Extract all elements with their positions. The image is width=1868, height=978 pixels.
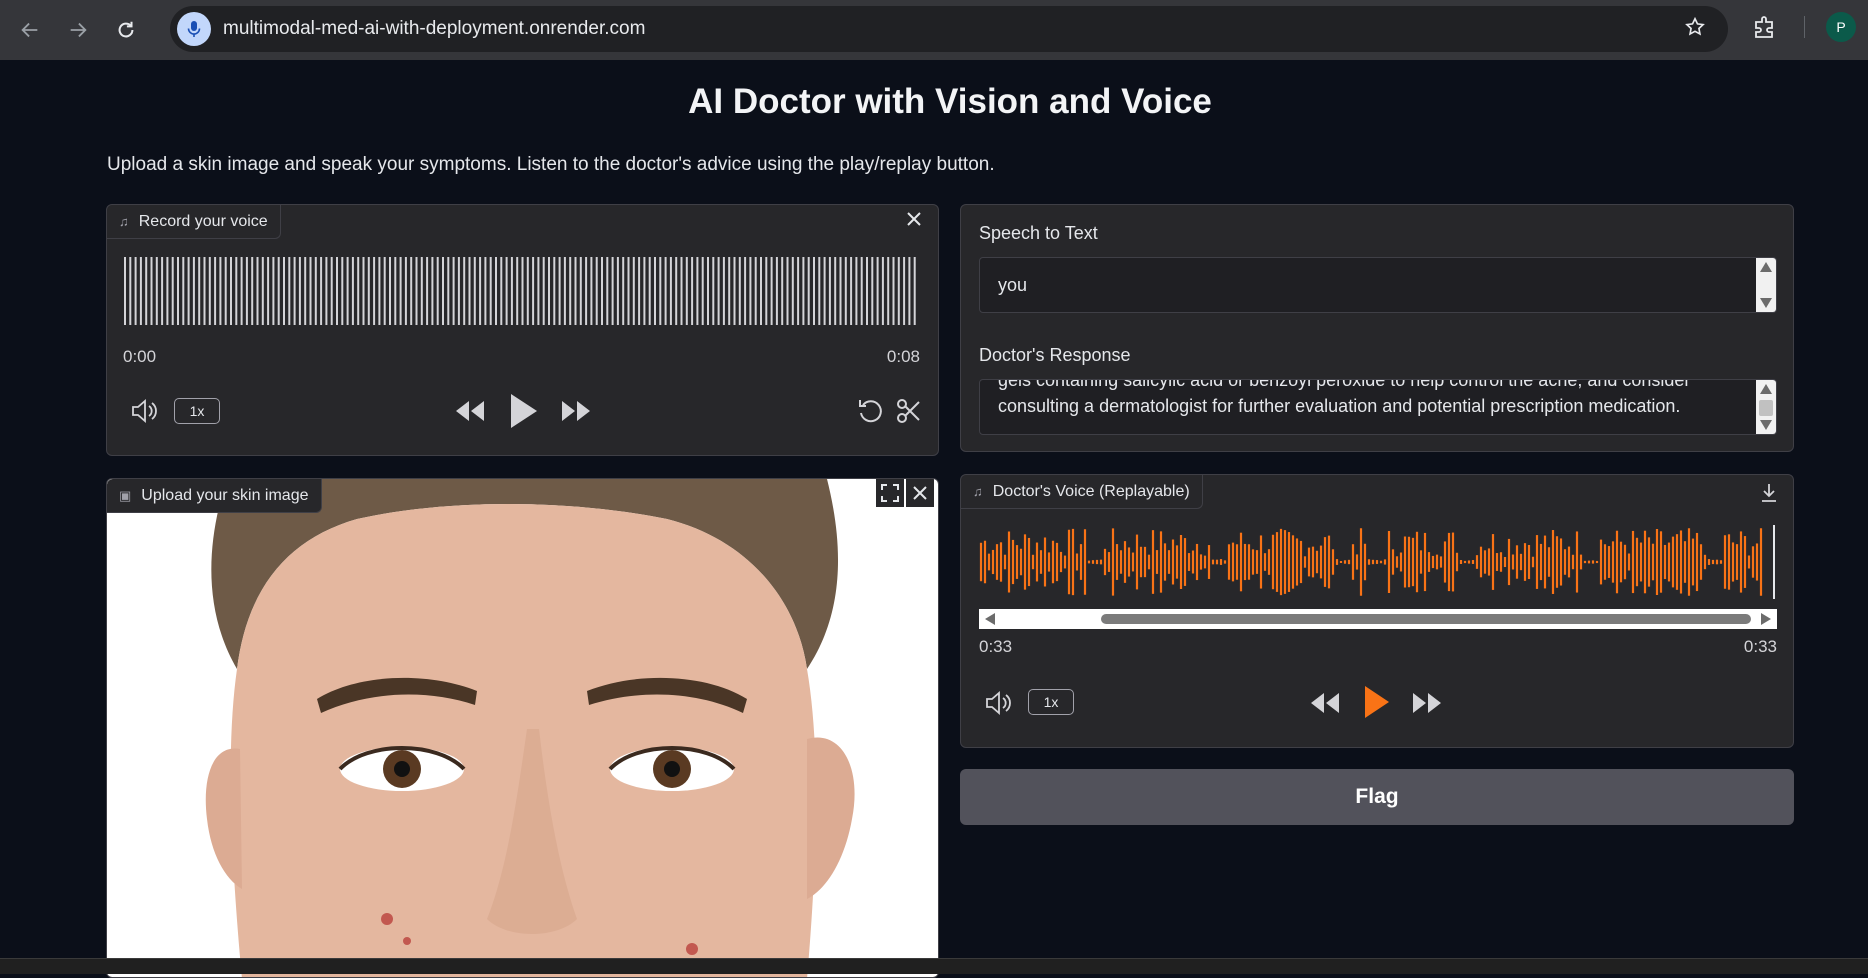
voice-time-current: 0:33: [979, 637, 1013, 656]
doctors-response-line2: consulting a dermatologist for further e…: [998, 396, 1681, 416]
rewind-icon[interactable]: [453, 396, 487, 426]
page-title: AI Doctor with Vision and Voice: [688, 82, 1212, 121]
record-voice-label: ♫ Record your voice: [107, 205, 281, 239]
profile-avatar[interactable]: P: [1826, 12, 1856, 42]
scroll-right-icon[interactable]: [1761, 613, 1771, 625]
os-taskbar: [0, 958, 1868, 974]
speech-scrollbar[interactable]: [1756, 258, 1776, 312]
record-voice-panel: ♫ Record your voice 0:00 0:08 1x: [106, 204, 939, 456]
undo-icon[interactable]: [855, 395, 887, 427]
volume-icon[interactable]: [983, 687, 1015, 719]
scroll-down-icon[interactable]: [1760, 298, 1772, 308]
speech-to-text-label: Speech to Text: [979, 223, 1098, 243]
url-text: multimodal-med-ai-with-deployment.onrend…: [223, 18, 646, 39]
back-arrow-icon[interactable]: [12, 12, 48, 48]
record-time-start: 0:00: [123, 347, 157, 366]
close-image-icon[interactable]: [906, 479, 934, 507]
play-icon[interactable]: [504, 389, 544, 433]
scroll-down-icon[interactable]: [1760, 420, 1772, 430]
bookmark-star-icon[interactable]: [1684, 16, 1706, 44]
close-icon[interactable]: [900, 205, 928, 233]
fast-forward-icon[interactable]: [1410, 689, 1444, 717]
scroll-thumb[interactable]: [1759, 400, 1773, 416]
fast-forward-icon[interactable]: [559, 396, 593, 426]
doctors-voice-label: ♫ Doctor's Voice (Replayable): [961, 475, 1203, 509]
speech-to-text-value: you: [998, 275, 1028, 295]
download-icon[interactable]: [1755, 479, 1783, 507]
flag-button[interactable]: Flag: [960, 769, 1794, 825]
scissors-icon[interactable]: [893, 395, 925, 427]
fullscreen-icon[interactable]: [876, 479, 904, 507]
toolbar-divider: [1804, 16, 1805, 38]
doctors-voice-panel: ♫ Doctor's Voice (Replayable) 0:33 0:33 …: [960, 474, 1794, 748]
doctors-response-field[interactable]: gels containing salicylic acid or benzoy…: [979, 379, 1777, 435]
speech-to-text-field[interactable]: you: [979, 257, 1777, 313]
image-icon: ▣: [119, 487, 132, 503]
forward-arrow-icon[interactable]: [60, 12, 96, 48]
doctors-voice-waveform[interactable]: [979, 525, 1777, 599]
microphone-icon[interactable]: [177, 12, 211, 46]
scroll-up-icon[interactable]: [1760, 262, 1772, 272]
playback-rate-button[interactable]: 1x: [1028, 689, 1074, 715]
voice-time-total: 0:33: [1743, 637, 1777, 656]
recording-waveform[interactable]: [123, 255, 919, 327]
rewind-icon[interactable]: [1308, 689, 1342, 717]
play-icon[interactable]: [1359, 681, 1395, 723]
response-scrollbar[interactable]: [1756, 380, 1776, 434]
scroll-left-icon[interactable]: [985, 613, 995, 625]
page-description: Upload a skin image and speak your sympt…: [107, 154, 995, 175]
waveform-scrollbar[interactable]: [979, 609, 1777, 629]
address-bar[interactable]: multimodal-med-ai-with-deployment.onrend…: [170, 6, 1728, 52]
extensions-icon[interactable]: [1752, 14, 1778, 40]
record-time-end: 0:08: [886, 347, 920, 366]
music-note-icon: ♫: [973, 484, 983, 499]
scroll-up-icon[interactable]: [1760, 384, 1772, 394]
music-note-icon: ♫: [119, 214, 129, 229]
doctors-response-line1: gels containing salicylic acid or benzoy…: [998, 379, 1691, 390]
doctors-response-label: Doctor's Response: [979, 345, 1131, 365]
playback-rate-button[interactable]: 1x: [174, 398, 220, 424]
upload-image-label: ▣ Upload your skin image: [107, 479, 322, 513]
text-output-panel: Speech to Text you Doctor's Response gel…: [960, 204, 1794, 452]
skin-image-preview: [107, 479, 938, 977]
reload-icon[interactable]: [108, 12, 144, 48]
scroll-thumb[interactable]: [1101, 614, 1751, 624]
upload-image-panel[interactable]: ▣ Upload your skin image: [106, 478, 939, 978]
volume-icon[interactable]: [129, 395, 161, 427]
browser-toolbar: multimodal-med-ai-with-deployment.onrend…: [0, 0, 1868, 60]
